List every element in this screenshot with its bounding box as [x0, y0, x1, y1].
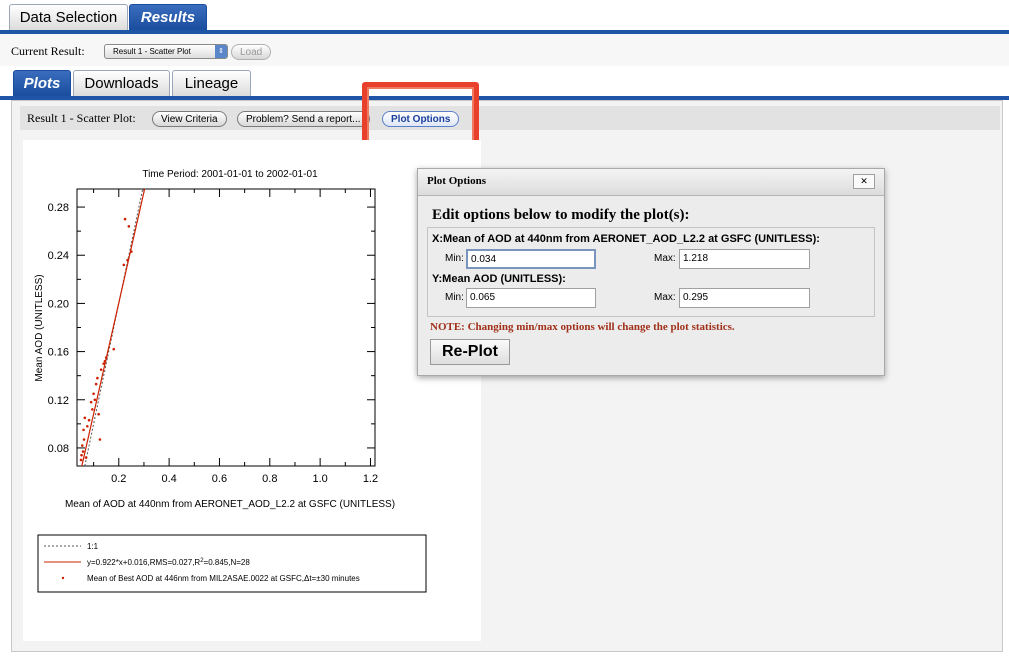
close-icon[interactable]: ✕ [853, 174, 875, 189]
data-point [130, 250, 133, 253]
tab-lineage[interactable]: Lineage [172, 70, 251, 96]
y-tick-label: 0.20 [48, 298, 69, 310]
fit-line [81, 188, 146, 467]
dialog-note: NOTE: Changing min/max options will chan… [430, 321, 735, 333]
data-point [87, 418, 91, 422]
data-point [99, 368, 103, 371]
y-tick-label: 0.08 [48, 443, 69, 455]
y-tick-label: 0.16 [48, 347, 69, 359]
legend-points: Mean of Best AOD at 446nm from MIL2ASAE.… [87, 574, 360, 583]
x-axis-title: X:Mean of AOD at 440nm from AERONET_AOD_… [432, 233, 820, 245]
data-point [97, 412, 100, 416]
y-min-label: Min: [445, 292, 464, 303]
plot-canvas: Time Period: 2001-01-01 to 2002-01-01 0.… [23, 140, 481, 641]
data-point [81, 450, 85, 453]
replot-button[interactable]: Re-Plot [430, 339, 510, 365]
result-plot-label: Result 1 - Scatter Plot: [27, 111, 136, 125]
y-tick-label: 0.24 [48, 250, 69, 262]
x-tick-label: 1.0 [312, 473, 327, 485]
legend-fit-pre: y=0.922*x+0.016,RMS=0.027,R [87, 558, 200, 567]
dialog-title: Plot Options [427, 175, 486, 187]
data-point [96, 376, 99, 380]
tab-plots[interactable]: Plots [13, 70, 71, 96]
data-point [126, 258, 129, 262]
scatter-plot: Time Period: 2001-01-01 to 2002-01-01 0.… [34, 169, 427, 593]
data-point [83, 416, 87, 420]
x-axis-label: Mean of AOD at 440nm from AERONET_AOD_L2… [65, 499, 395, 510]
data-point [104, 356, 108, 359]
data-point [80, 444, 84, 447]
y-min-input[interactable]: 0.065 [466, 288, 596, 308]
current-result-label: Current Result: [11, 44, 85, 58]
data-point [86, 424, 89, 428]
select-arrows-icon: ⇕ [215, 45, 227, 58]
data-point [91, 408, 94, 411]
legend-one-to-one: 1:1 [87, 542, 99, 551]
chart-title: Time Period: 2001-01-01 to 2002-01-01 [142, 169, 318, 180]
x-min-label: Min: [445, 253, 464, 264]
legend-point-swatch [61, 576, 65, 580]
x-tick-label: 0.8 [262, 473, 277, 485]
data-point [122, 263, 126, 267]
data-point [79, 458, 83, 462]
y-tick-label: 0.28 [48, 202, 69, 214]
x-max-input[interactable]: 1.218 [679, 249, 810, 269]
y-max-input[interactable]: 0.295 [679, 288, 810, 308]
tab-results[interactable]: Results [129, 4, 207, 30]
data-point [112, 347, 116, 351]
load-button[interactable]: Load [231, 44, 272, 60]
x-tick-label: 0.6 [212, 473, 227, 485]
plot-options-dialog: Plot Options ✕ Edit options below to mod… [417, 168, 885, 376]
y-max-label: Max: [654, 292, 676, 303]
y-axis-label: Mean AOD (UNITLESS) [34, 274, 45, 381]
current-result-select[interactable]: Result 1 - Scatter Plot ⇕ [104, 44, 228, 59]
data-point [94, 382, 98, 386]
data-point [102, 362, 105, 365]
data-point [103, 359, 107, 363]
y-axis-title: Y:Mean AOD (UNITLESS): [432, 273, 566, 285]
data-point [80, 453, 83, 457]
x-tick-label: 0.2 [111, 473, 126, 485]
dialog-heading: Edit options below to modify the plot(s)… [432, 207, 690, 223]
data-point [127, 225, 131, 228]
data-point [89, 400, 93, 404]
data-point [123, 217, 127, 221]
x-tick-label: 0.4 [161, 473, 176, 485]
view-criteria-button[interactable]: View Criteria [152, 111, 227, 127]
y-tick-label: 0.12 [48, 395, 69, 407]
dialog-titlebar: Plot Options ✕ [418, 169, 884, 196]
report-problem-button[interactable]: Problem? Send a report... [237, 111, 370, 127]
x-min-input[interactable]: 0.034 [466, 249, 596, 269]
tab-downloads[interactable]: Downloads [73, 70, 170, 96]
data-point [93, 398, 97, 402]
tab-data-selection[interactable]: Data Selection [9, 4, 128, 30]
current-result-select-value: Result 1 - Scatter Plot [113, 47, 191, 56]
data-point [84, 456, 88, 459]
legend-fit-post: =0.845,N=28 [204, 558, 251, 567]
data-point [82, 438, 86, 441]
data-point [82, 428, 85, 432]
x-tick-label: 1.2 [363, 473, 378, 485]
data-point [98, 438, 102, 441]
x-max-label: Max: [654, 253, 676, 264]
plot-frame [76, 188, 376, 467]
data-point [92, 392, 95, 396]
legend-fit: y=0.922*x+0.016,RMS=0.027,R2=0.845,N=28 [87, 558, 250, 567]
